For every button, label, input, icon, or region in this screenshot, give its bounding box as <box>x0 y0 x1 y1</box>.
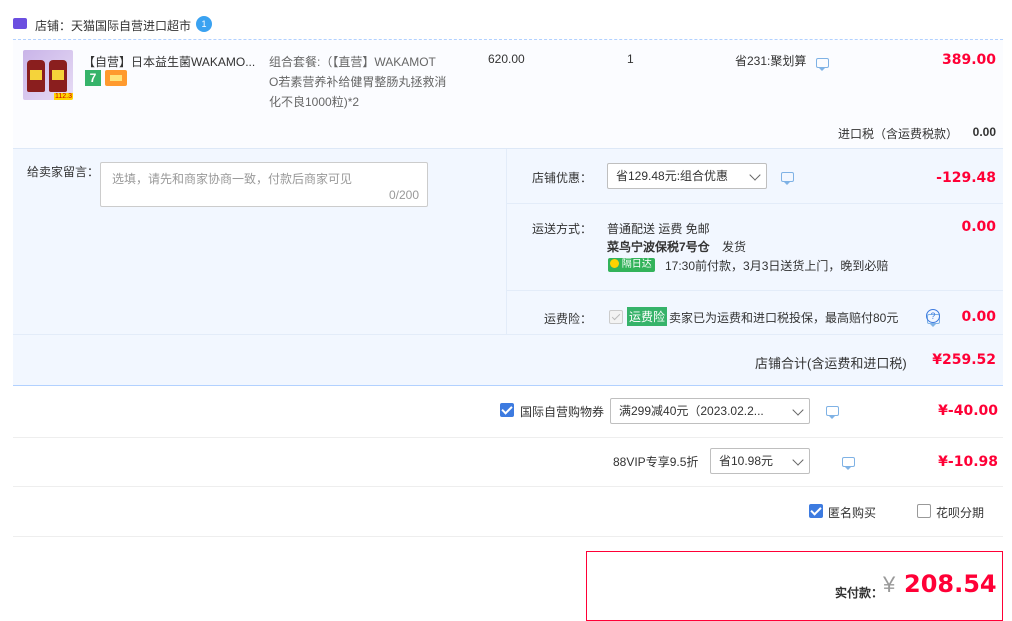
payment-summary-box: 实付款： ¥ 208.54 <box>586 551 1003 621</box>
shipping-warehouse: 菜鸟宁波保税7号仓 <box>607 240 710 254</box>
shipping-line1: 普通配送 运费 免邮 <box>607 222 710 236</box>
chevron-down-icon <box>792 454 804 466</box>
installment-checkbox[interactable] <box>917 504 931 518</box>
shop-discount-value: -129.48 <box>936 170 996 186</box>
set-desc-2: O若素营养补给健胃整肠丸拯救消 <box>269 75 447 89</box>
vip-divider <box>13 486 1003 487</box>
insurance-label: 运费险： <box>544 312 593 326</box>
shop-total-divider <box>13 334 1003 335</box>
insurance-value: 0.00 <box>961 309 996 325</box>
import-tax-label: 进口税（含运费税款） <box>838 127 959 141</box>
chevron-down-icon <box>749 169 761 181</box>
insurance-checkbox <box>609 310 623 324</box>
vip-selected: 省10.98元 <box>719 454 774 468</box>
coupon-checkbox[interactable] <box>500 403 514 417</box>
coupon-selected: 满299减40元（2023.02.2... <box>619 404 764 418</box>
discount-divider <box>507 203 1003 204</box>
shipping-eta: 17:30前付款，3月3日送货上门，晚到必赔 <box>665 259 889 273</box>
coupon-value: ¥-40.00 <box>938 403 998 419</box>
message-label: 给卖家留言： <box>27 165 100 179</box>
anonymous-checkbox[interactable] <box>809 504 823 518</box>
shop-icon <box>13 18 27 29</box>
panel-vertical-divider <box>506 149 507 334</box>
item-row: 112.3 【自营】日本益生菌WAKAMO... 7 组合套餐:（【直营】WAK… <box>13 40 1003 148</box>
shipping-divider <box>507 290 1003 291</box>
item-subtotal: 389.00 <box>941 52 996 68</box>
vip-value: ¥-10.98 <box>938 454 998 470</box>
quantity: 1 <box>627 52 634 66</box>
insurance-text: 卖家已为运费和进口税投保，最高赔付80元 <box>669 311 899 325</box>
wangwang-icon[interactable]: 1 <box>196 16 212 32</box>
vip-label: 88VIP专享9.5折 <box>613 455 699 469</box>
installment-label[interactable]: 花呗分期 <box>936 504 984 521</box>
set-desc-3: 化不良1000粒)*2 <box>269 95 360 109</box>
coupon-select[interactable]: 满299减40元（2023.02.2... <box>610 398 810 424</box>
shop-discount-selected: 省129.48元:组合优惠 <box>616 169 729 183</box>
shop-name[interactable]: 店铺：天猫国际自营进口超市 <box>35 17 191 34</box>
chevron-down-icon <box>792 404 804 416</box>
shop-discount-select[interactable]: 省129.48元:组合优惠 <box>607 163 767 189</box>
promo-text: 省231:聚划算 <box>735 54 807 68</box>
discount-message-icon[interactable] <box>781 172 794 185</box>
options-divider <box>13 536 1003 537</box>
set-desc-1: 组合套餐:（【直营】WAKAMOT <box>269 55 436 69</box>
lightning-icon <box>610 259 619 268</box>
unit-price: 620.00 <box>488 52 525 66</box>
card-icon <box>105 70 127 86</box>
seller-message-input[interactable]: 选填，请先和商家协商一致，付款后商家可见 0/200 <box>100 162 428 207</box>
message-placeholder: 选填，请先和商家协商一致，付款后商家可见 <box>112 172 353 186</box>
help-icon[interactable]: ? <box>926 309 940 323</box>
thumb-price-tag: 112.3 <box>54 93 73 100</box>
coupon-message-icon[interactable] <box>826 406 839 419</box>
next-day-badge: 隔日达 <box>608 258 655 272</box>
shipping-label: 运送方式： <box>532 222 593 236</box>
shop-total-value: ¥259.52 <box>932 352 996 368</box>
vip-select[interactable]: 省10.98元 <box>710 448 810 474</box>
payment-currency: ¥ <box>883 572 896 597</box>
seven-day-return-icon: 7 <box>85 70 101 86</box>
vip-message-icon[interactable] <box>842 457 856 470</box>
shipping-value: 0.00 <box>961 219 996 235</box>
next-day-badge-text: 隔日达 <box>621 259 652 270</box>
promo-message-icon[interactable] <box>816 58 829 71</box>
shipping-ship-text: 发货 <box>722 240 747 254</box>
message-counter: 0/200 <box>388 188 419 202</box>
order-details-panel: 给卖家留言： 选填，请先和商家协商一致，付款后商家可见 0/200 店铺优惠： … <box>13 148 1003 386</box>
product-title[interactable]: 【自营】日本益生菌WAKAMO... <box>83 53 255 70</box>
coupon-label: 国际自营购物券 <box>520 405 605 419</box>
coupon-divider <box>13 437 1003 438</box>
import-tax-value: 0.00 <box>972 125 996 139</box>
insurance-badge: 运费险 <box>627 307 668 326</box>
payment-label: 实付款： <box>835 586 884 600</box>
product-thumbnail[interactable]: 112.3 <box>23 50 73 100</box>
shop-total-label: 店铺合计(含运费和进口税) <box>755 356 907 371</box>
anonymous-label[interactable]: 匿名购买 <box>828 504 876 521</box>
payment-amount: 208.54 <box>904 570 997 598</box>
shop-discount-label: 店铺优惠： <box>532 171 593 185</box>
